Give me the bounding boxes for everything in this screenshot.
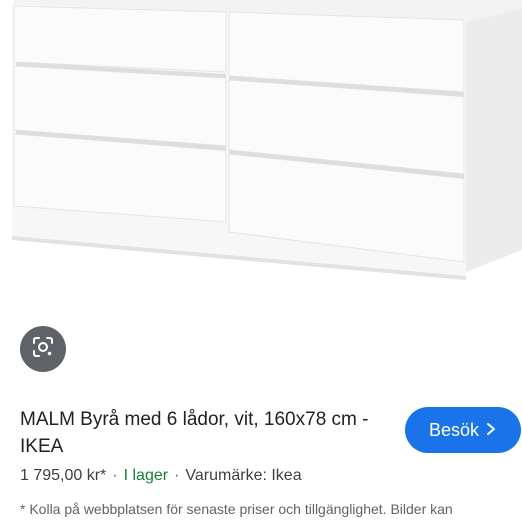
separator: ·	[112, 467, 118, 484]
brand: Varumärke: Ikea	[185, 467, 302, 484]
chevron-right-icon	[485, 420, 497, 441]
disclaimer: * Kolla på webbplatsen för senaste prise…	[20, 501, 453, 517]
lens-search-icon	[31, 335, 55, 364]
dresser-illustration	[12, 0, 522, 280]
availability-status: I lager	[123, 467, 169, 484]
product-image[interactable]	[0, 0, 522, 290]
price: 1 795,00 kr*	[20, 467, 107, 484]
product-title[interactable]: MALM Byrå med 6 lådor, vit, 160x78 cm - …	[20, 406, 380, 460]
visit-button[interactable]: Besök	[405, 407, 521, 453]
separator: ·	[174, 467, 180, 484]
lens-search-button[interactable]	[20, 326, 66, 372]
visit-button-label: Besök	[428, 419, 480, 440]
product-meta: 1 795,00 kr* · I lager · Varumärke: Ikea	[20, 466, 302, 486]
